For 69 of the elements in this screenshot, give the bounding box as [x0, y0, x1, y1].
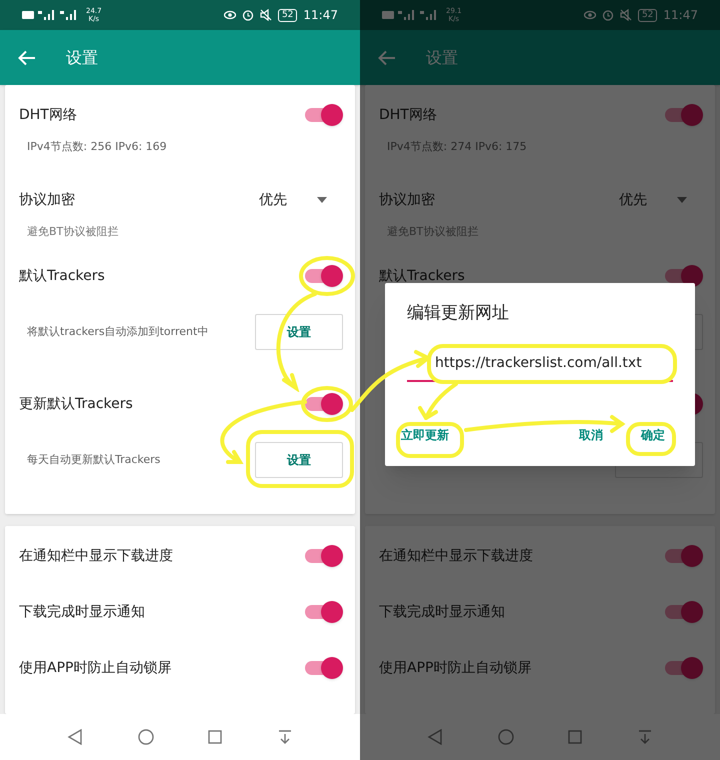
signal-icon — [38, 10, 56, 20]
highlight-outline — [396, 422, 464, 458]
dialog-button[interactable]: 取消 — [571, 422, 611, 448]
toggle-switch[interactable] — [303, 104, 343, 126]
setting-title: 使用APP时防止自动锁屏 — [19, 658, 172, 678]
setting-title: 下载完成时显示通知 — [379, 602, 505, 622]
download-arrow-icon[interactable] — [636, 729, 653, 745]
setting-title: 使用APP时防止自动锁屏 — [379, 658, 532, 678]
back-icon[interactable] — [427, 729, 444, 745]
dropdown-icon — [317, 197, 327, 203]
dropdown-icon — [677, 197, 687, 203]
toggle-switch[interactable] — [303, 393, 343, 415]
toggle-switch[interactable] — [663, 545, 703, 567]
battery-level: 52 — [638, 8, 658, 22]
toggle-switch[interactable] — [663, 104, 703, 126]
toggle-switch[interactable] — [303, 265, 343, 287]
setting-title: 默认Trackers — [379, 266, 465, 286]
clock: 11:47 — [303, 7, 338, 24]
setting-title: 协议加密 — [379, 190, 435, 210]
signal-icon — [420, 10, 438, 20]
setting-description: 将默认trackers自动添加到torrent中 — [27, 324, 208, 340]
highlight-outline — [626, 422, 676, 456]
setting-title: 在通知栏中显示下载进度 — [19, 546, 173, 566]
signal-icon — [60, 10, 78, 20]
hd-icon — [382, 11, 394, 19]
url-field[interactable]: https://trackerslist.com/all.txt — [407, 352, 673, 382]
toggle-switch[interactable] — [303, 657, 343, 679]
setting-title: 默认Trackers — [19, 266, 105, 286]
signal-icon — [398, 10, 416, 20]
home-icon[interactable] — [498, 729, 514, 745]
screen-title: 设置 — [426, 46, 458, 68]
setting-title: 在通知栏中显示下载进度 — [379, 546, 533, 566]
setting-title: DHT网络 — [379, 106, 437, 124]
hd-icon — [22, 11, 34, 19]
alarm-icon — [242, 9, 254, 21]
setting-description: IPv4节点数: 256 IPv6: 169 — [27, 138, 167, 155]
recents-icon[interactable] — [568, 730, 582, 744]
settings-button[interactable]: 设置 — [255, 442, 343, 478]
setting-title: 更新默认Trackers — [19, 394, 133, 414]
recents-icon[interactable] — [208, 730, 222, 744]
alarm-icon — [602, 9, 614, 21]
toggle-switch[interactable] — [303, 601, 343, 623]
setting-title: 协议加密 — [19, 190, 75, 210]
mute-icon — [260, 9, 272, 21]
encryption-dropdown[interactable]: 优先 — [259, 190, 351, 210]
toggle-switch[interactable] — [663, 657, 703, 679]
toggle-switch[interactable] — [663, 601, 703, 623]
clock: 11:47 — [663, 7, 698, 24]
encryption-dropdown[interactable]: 优先 — [619, 190, 711, 210]
highlight-ellipse — [301, 386, 353, 422]
eye-icon — [584, 10, 596, 20]
back-arrow-icon[interactable] — [378, 50, 396, 66]
setting-title: DHT网络 — [19, 106, 77, 124]
toggle-switch[interactable] — [303, 545, 343, 567]
mute-icon — [620, 9, 632, 21]
download-arrow-icon[interactable] — [276, 729, 293, 745]
setting-description: 每天自动更新默认Trackers — [27, 452, 160, 468]
screen-title: 设置 — [66, 46, 98, 68]
highlight-ellipse — [299, 256, 355, 296]
eye-icon — [224, 10, 236, 20]
home-icon[interactable] — [138, 729, 154, 745]
setting-title: 下载完成时显示通知 — [19, 602, 145, 622]
setting-description: 避免BT协议被阻拦 — [27, 224, 118, 240]
battery-level: 52 — [278, 8, 298, 22]
back-icon[interactable] — [67, 729, 84, 745]
back-arrow-icon[interactable] — [18, 50, 36, 66]
settings-button[interactable]: 设置 — [255, 314, 343, 350]
setting-description: IPv4节点数: 274 IPv6: 175 — [387, 138, 527, 155]
dialog-title: 编辑更新网址 — [407, 302, 510, 325]
